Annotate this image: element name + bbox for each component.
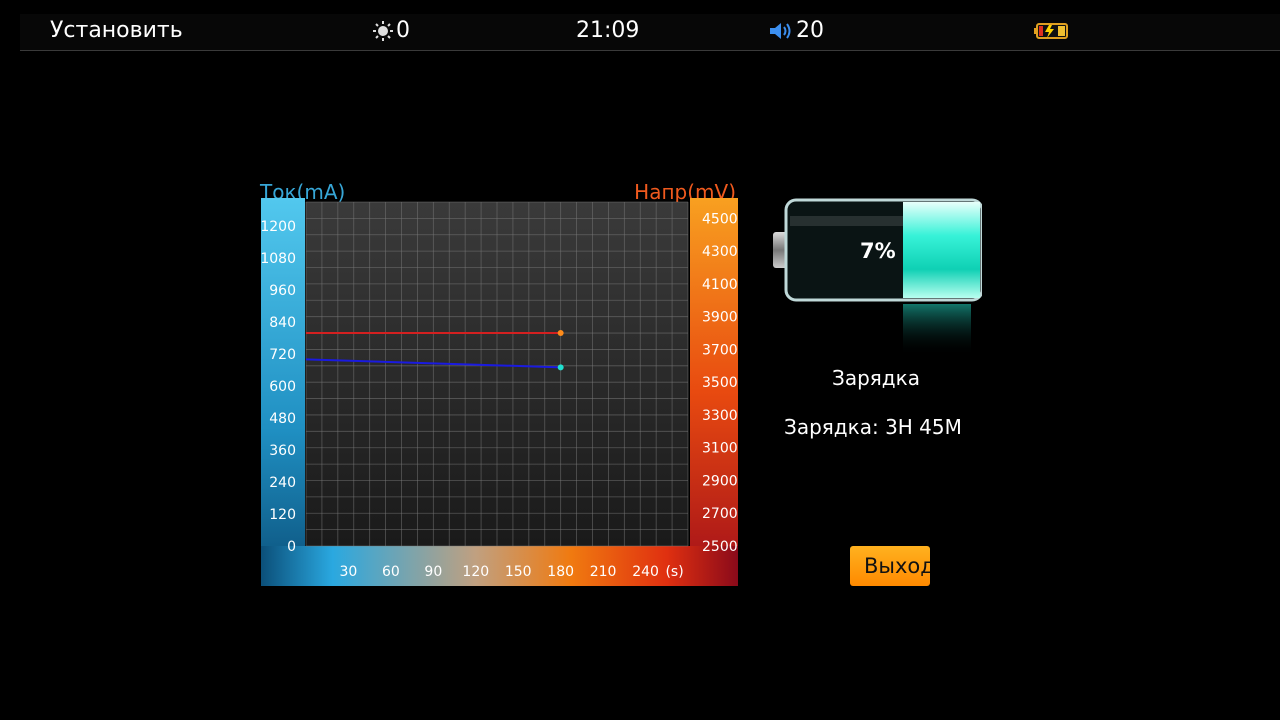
clock: 21:09 (576, 18, 640, 43)
time-tick-label: 150 (505, 564, 532, 580)
battery-status-icon (1034, 22, 1070, 44)
volume-value: 20 (796, 18, 824, 43)
current-tick-label: 600 (269, 379, 296, 395)
voltage-tick-label: 2700 (702, 506, 738, 522)
status-bar: Установить 0 21:09 20 (20, 14, 1280, 51)
time-unit-label: (s) (665, 564, 683, 580)
brightness-value: 0 (396, 18, 410, 43)
current-tick-label: 240 (269, 475, 296, 491)
voltage-tick-label: 3700 (702, 342, 738, 358)
voltage-tick-label: 3500 (702, 375, 738, 391)
current-tick-label: 360 (269, 443, 296, 459)
voltage-tick-label: 3900 (702, 310, 738, 326)
voltage-tick-label: 2900 (702, 473, 738, 489)
time-tick-label: 120 (462, 564, 489, 580)
current-tick-label: 1200 (260, 219, 296, 235)
current-tick-label: 840 (269, 315, 296, 331)
time-tick-label: 180 (547, 564, 574, 580)
time-tick-label: 60 (382, 564, 400, 580)
voltage-tick-label: 3300 (702, 408, 738, 424)
charge-chart: Ток(mA) Напр(mV) 0 120 240 360 480 600 720 840 9… (258, 178, 740, 590)
exit-button[interactable]: Выход (850, 546, 930, 586)
volume-indicator: 20 (768, 18, 824, 43)
current-tick-label: 480 (269, 411, 296, 427)
charging-status: Зарядка (832, 366, 920, 390)
charging-time: Зарядка: 3H 45M (784, 415, 962, 439)
series-end-marker (557, 364, 564, 371)
series-end-marker (557, 330, 564, 337)
menu-title: Установить (50, 18, 183, 43)
voltage-tick-label: 2500 (702, 539, 738, 555)
brightness-indicator: 0 (372, 18, 410, 43)
current-tick-label: 720 (269, 347, 296, 363)
voltage-tick-label: 4300 (702, 244, 738, 260)
time-tick-label: 90 (424, 564, 442, 580)
time-tick-label: 210 (590, 564, 617, 580)
current-tick-label: 120 (269, 507, 296, 523)
voltage-tick-label: 4500 (702, 211, 738, 227)
voltage-tick-label: 3100 (702, 441, 738, 457)
current-tick-label: 960 (269, 283, 296, 299)
current-tick-label: 0 (287, 539, 296, 555)
voltage-tick-label: 4100 (702, 277, 738, 293)
battery-percent: 7% (860, 239, 896, 263)
chart-plot: 0 120 240 360 480 600 720 840 960 1080 1200 2500 270… (260, 198, 738, 586)
time-tick-label: 30 (340, 564, 358, 580)
time-tick-label: 240 (632, 564, 659, 580)
current-tick-label: 1080 (260, 251, 296, 267)
speaker-icon (770, 22, 791, 39)
battery-icon (773, 198, 984, 356)
battery-graphic (770, 194, 984, 364)
brightness-icon (373, 20, 393, 41)
